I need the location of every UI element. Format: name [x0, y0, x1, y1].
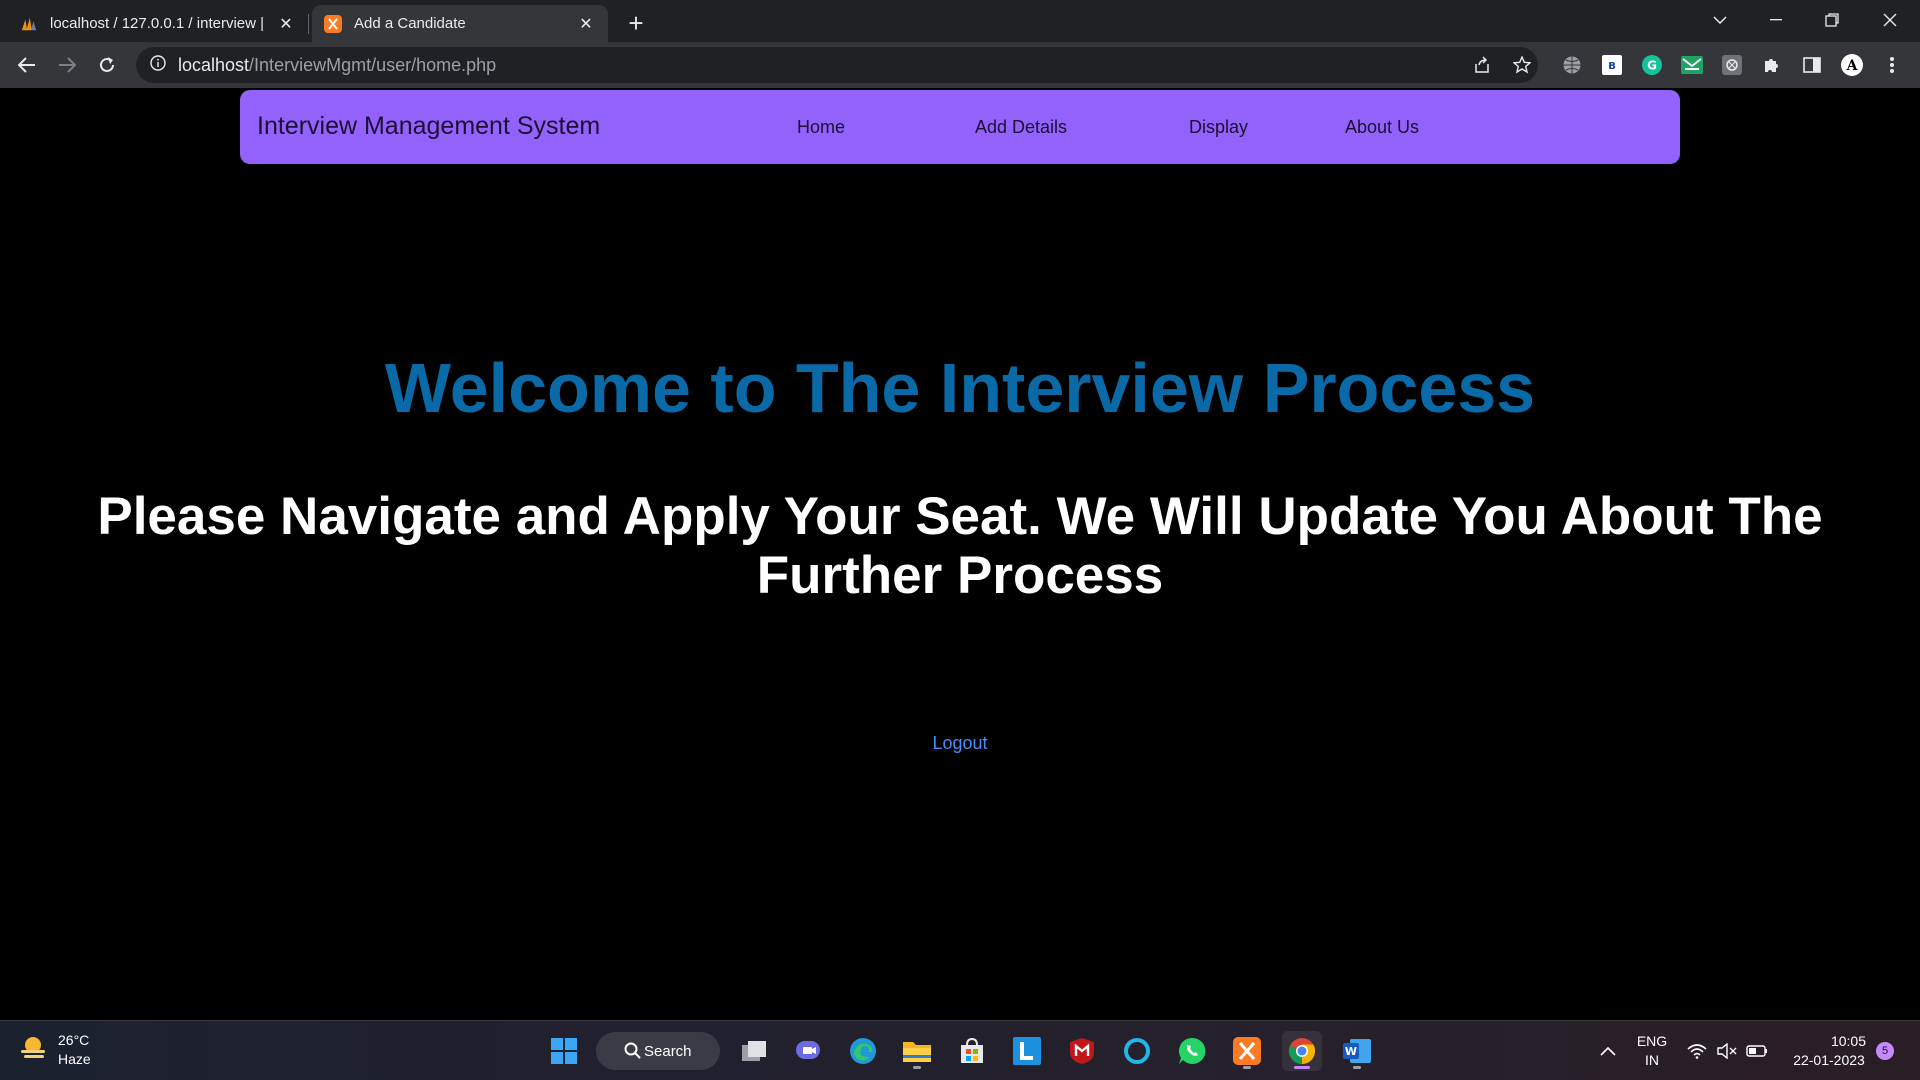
- close-window-icon[interactable]: [1862, 0, 1918, 40]
- file-explorer-icon[interactable]: [897, 1031, 937, 1071]
- clock-date: 22-01-2023: [1793, 1052, 1865, 1068]
- cortana-icon[interactable]: [1117, 1031, 1157, 1071]
- kebab-menu-icon[interactable]: [1880, 53, 1904, 77]
- forward-icon[interactable]: [51, 49, 83, 81]
- language-code: ENG: [1636, 1033, 1668, 1049]
- battery-icon[interactable]: [1740, 1031, 1774, 1071]
- weather-widget[interactable]: 26°C Haze: [18, 1031, 91, 1069]
- reload-icon[interactable]: [91, 49, 123, 81]
- mail-extension-icon[interactable]: [1680, 53, 1704, 77]
- language-indicator[interactable]: ENG IN: [1626, 1032, 1678, 1070]
- xampp-icon: [324, 14, 342, 33]
- running-indicator: [913, 1066, 921, 1069]
- weather-desc: Haze: [58, 1051, 91, 1067]
- side-panel-icon[interactable]: [1800, 53, 1824, 77]
- language-region: IN: [1645, 1052, 1659, 1068]
- running-indicator: [1353, 1066, 1361, 1069]
- minimize-icon[interactable]: [1748, 0, 1804, 40]
- tab-search-icon[interactable]: [1692, 0, 1748, 40]
- nav-link-home[interactable]: Home: [797, 117, 845, 138]
- extensions-puzzle-icon[interactable]: [1760, 53, 1784, 77]
- share-icon[interactable]: [1470, 53, 1494, 77]
- address-bar[interactable]: localhost/InterviewMgmt/user/home.php: [136, 47, 1538, 83]
- tab-title: localhost / 127.0.0.1 / interview |: [50, 15, 265, 32]
- chatgpt-extension-icon[interactable]: [1720, 53, 1744, 77]
- tab-phpmyadmin[interactable]: localhost / 127.0.0.1 / interview | ✕: [8, 5, 308, 42]
- url-path: /InterviewMgmt/user/home.php: [249, 54, 497, 75]
- windows-start-icon[interactable]: [544, 1031, 584, 1071]
- logout-link[interactable]: Logout: [0, 733, 1920, 754]
- site-brand[interactable]: Interview Management System: [257, 112, 600, 141]
- clock-time: 10:05: [1830, 1033, 1866, 1049]
- svg-text:B: B: [1608, 61, 1616, 72]
- xampp-taskbar-icon[interactable]: [1227, 1031, 1267, 1071]
- mcafee-icon[interactable]: [1062, 1031, 1102, 1071]
- bookmark-star-icon[interactable]: [1510, 53, 1534, 77]
- svg-text:G: G: [1647, 59, 1657, 73]
- volume-muted-icon[interactable]: [1710, 1031, 1744, 1071]
- chrome-taskbar-icon[interactable]: [1282, 1031, 1322, 1071]
- edge-browser-icon[interactable]: [843, 1031, 883, 1071]
- search-label: Search: [644, 1042, 692, 1060]
- browser-tabstrip: localhost / 127.0.0.1 / interview | ✕ Ad…: [0, 0, 1920, 42]
- running-indicator: [1243, 1066, 1251, 1069]
- tab-title: Add a Candidate: [354, 15, 466, 32]
- browser-toolbar: localhost/InterviewMgmt/user/home.php B …: [0, 42, 1920, 88]
- profile-avatar-icon[interactable]: A: [1840, 53, 1864, 77]
- show-hidden-icons-chevron-up-icon[interactable]: [1590, 1031, 1626, 1071]
- new-tab-icon[interactable]: +: [622, 8, 650, 38]
- notification-badge[interactable]: 5: [1876, 1042, 1894, 1060]
- tab-add-candidate[interactable]: Add a Candidate ✕: [312, 5, 608, 42]
- instruction-text: Please Navigate and Apply Your Seat. We …: [97, 487, 1823, 605]
- tab-close-icon[interactable]: ✕: [276, 14, 296, 34]
- url-text[interactable]: localhost/InterviewMgmt/user/home.php: [178, 55, 496, 76]
- taskbar-search[interactable]: Search: [596, 1032, 720, 1070]
- whatsapp-icon[interactable]: [1172, 1031, 1212, 1071]
- globe-extension-icon[interactable]: [1560, 53, 1584, 77]
- svg-text:W: W: [1345, 1045, 1357, 1058]
- grammarly-icon[interactable]: G: [1640, 53, 1664, 77]
- site-navbar: Interview Management System Home Add Det…: [240, 90, 1680, 164]
- svg-text:A: A: [1846, 58, 1859, 74]
- word-icon[interactable]: W: [1337, 1031, 1377, 1071]
- l-app-icon[interactable]: [1007, 1031, 1047, 1071]
- nav-link-about-us[interactable]: About Us: [1345, 117, 1419, 138]
- microsoft-store-icon[interactable]: [952, 1031, 992, 1071]
- tab-close-icon[interactable]: ✕: [576, 14, 596, 34]
- nav-link-add-details[interactable]: Add Details: [975, 117, 1067, 138]
- phpmyadmin-icon: [20, 15, 38, 33]
- b-extension-icon[interactable]: B: [1600, 53, 1624, 77]
- haze-weather-icon: [18, 1034, 48, 1067]
- welcome-heading: Welcome to The Interview Process: [384, 349, 1536, 427]
- task-view-icon[interactable]: [734, 1031, 774, 1071]
- site-info-icon[interactable]: [150, 54, 166, 76]
- clock[interactable]: 10:05 22-01-2023: [1782, 1032, 1876, 1070]
- nav-link-display[interactable]: Display: [1189, 117, 1248, 138]
- teams-chat-icon[interactable]: [788, 1031, 828, 1071]
- active-app-indicator: [1294, 1066, 1310, 1069]
- search-icon: [624, 1042, 642, 1064]
- restore-icon[interactable]: [1804, 0, 1860, 40]
- weather-temp: 26°C: [58, 1032, 90, 1048]
- back-icon[interactable]: [11, 49, 43, 81]
- wifi-icon[interactable]: [1680, 1031, 1714, 1071]
- url-host: localhost: [178, 54, 250, 75]
- tab-separator: [308, 14, 309, 34]
- web-page: Interview Management System Home Add Det…: [0, 88, 1920, 1018]
- taskbar: 26°C Haze Search W ENG IN 10:05 22-01-20…: [0, 1020, 1920, 1080]
